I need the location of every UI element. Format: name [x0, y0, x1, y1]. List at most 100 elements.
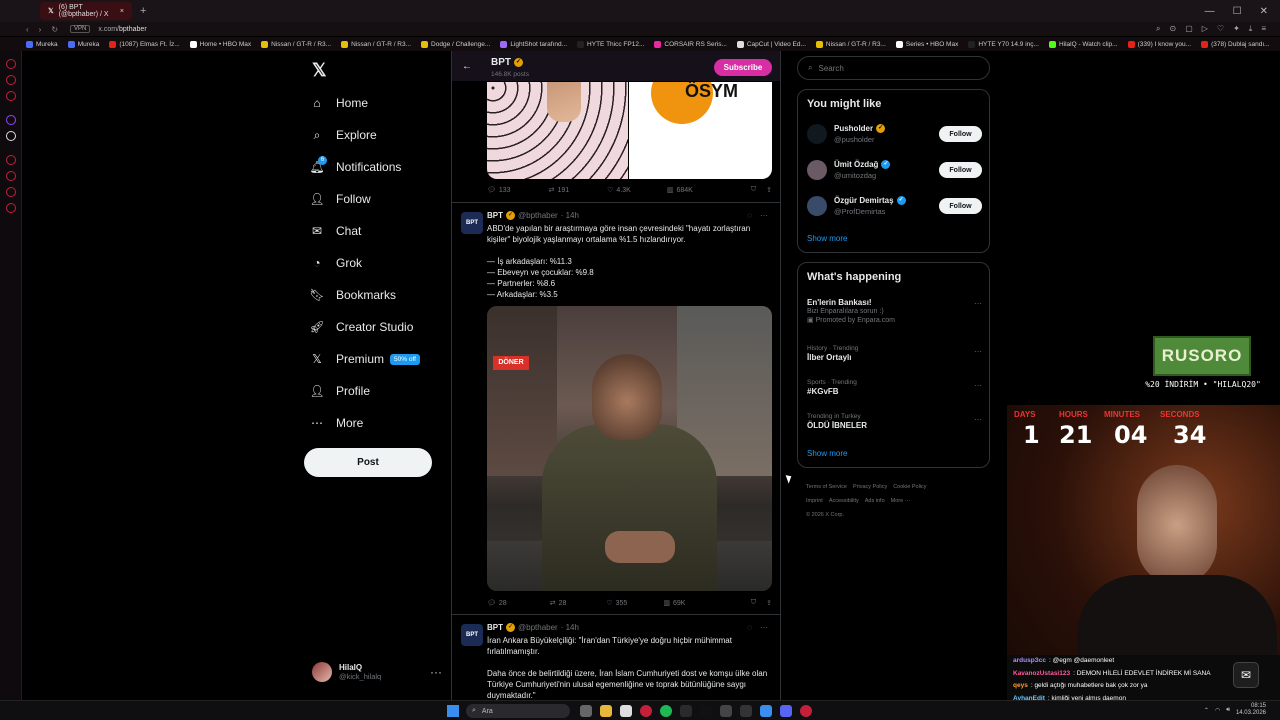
share-button[interactable]: ⇪ [766, 186, 772, 194]
repost-button[interactable]: ⇄ 191 [549, 186, 570, 195]
download-icon[interactable]: ⤓ [1249, 24, 1253, 34]
bookmark-button[interactable]: ⛉ [751, 186, 756, 194]
suggestion-item[interactable]: Özgür Demirtaş ✓ @ProfDemirtas Follow [807, 191, 982, 221]
trend-item[interactable]: History · Trending İlber Ortaylı ··· [807, 345, 982, 362]
bookmark-item[interactable]: (378) Dublaj sandı... [1201, 40, 1270, 48]
system-clock[interactable]: 08:15 14.03.2026 [1236, 703, 1266, 717]
discord-icon[interactable] [680, 705, 692, 717]
store-icon[interactable] [620, 705, 632, 717]
pin-icon[interactable]: ⊙ [1169, 24, 1176, 34]
close-tab-icon[interactable]: × [120, 8, 124, 15]
footer-link[interactable]: More ··· [891, 498, 911, 504]
more-dots-icon[interactable]: ··· [974, 347, 982, 356]
sidebar-settings-icon[interactable] [6, 203, 16, 213]
post-button[interactable]: Post [304, 448, 432, 477]
like-button[interactable]: ♡ 355 [606, 599, 627, 608]
subscribe-button[interactable]: Subscribe [714, 59, 772, 76]
bookmark-item[interactable]: CapCut | Video Ed... [736, 40, 806, 48]
bookmark-item[interactable]: LightShot tarafınd... [500, 40, 567, 48]
bookmark-item[interactable]: HilalQ - Watch clip... [1048, 40, 1118, 48]
tweet-handle[interactable]: @bpthaber [518, 211, 558, 220]
more-dots-icon[interactable]: ··· [760, 211, 768, 220]
footer-link[interactable]: Cookie Policy [893, 484, 926, 490]
bookmark-item[interactable]: Nissan / GT-R / R3... [815, 40, 886, 48]
more-dots-icon[interactable]: ··· [430, 665, 442, 679]
tweet-author[interactable]: BPT [487, 211, 503, 220]
sidebar-app-icon[interactable] [6, 91, 16, 101]
minimize-icon[interactable]: — [1205, 6, 1215, 17]
tweet-image[interactable]: ÖSYM [487, 82, 772, 179]
tweet-photo[interactable]: DÖNER [487, 306, 772, 591]
more-dots-icon[interactable]: ··· [974, 299, 982, 308]
app-icon[interactable] [740, 705, 752, 717]
wifi-icon[interactable]: ◠ [1215, 707, 1220, 714]
play-icon[interactable]: ▷ [1202, 24, 1208, 34]
tray-chevron-icon[interactable]: ⌃ [1204, 707, 1209, 714]
bookmark-item[interactable]: (1087) Elmas Ft. İz... [109, 40, 180, 48]
app-icon[interactable] [800, 705, 812, 717]
more-dots-icon[interactable]: ··· [974, 381, 982, 390]
app-icon[interactable] [780, 705, 792, 717]
nav-item-bookmarks[interactable]: 🔖︎ Bookmarks [309, 288, 396, 302]
sidebar-twitch-icon[interactable] [6, 115, 16, 125]
tweet-author[interactable]: BPT [487, 623, 503, 632]
footer-link[interactable]: Ads info [865, 498, 885, 504]
tiktok-icon[interactable] [700, 705, 712, 717]
sidebar-messenger-icon[interactable] [6, 75, 16, 85]
spotify-icon[interactable] [660, 705, 672, 717]
zoom-icon[interactable]: ⌕ [1156, 24, 1160, 34]
like-button[interactable]: ♡ 4.3K [607, 186, 631, 195]
grok-icon[interactable]: ◌ [747, 211, 752, 220]
bookmark-item[interactable]: Nissan / GT-R / R3... [341, 40, 411, 48]
suggestion-item[interactable]: Pusholder ✓ @pusholder Follow [807, 119, 982, 149]
tweet-avatar[interactable]: BPT [461, 624, 483, 646]
suggestion-item[interactable]: Ümit Özdağ ✓ @umitozdag Follow [807, 155, 982, 185]
grok-icon[interactable]: ◌ [747, 623, 752, 632]
sidebar-chat-icon[interactable] [6, 187, 16, 197]
file-explorer-icon[interactable] [600, 705, 612, 717]
footer-link[interactable]: Accessibility [829, 498, 859, 504]
bookmark-item[interactable]: (339) I know you... [1127, 40, 1191, 48]
nav-item-more[interactable]: ⋯ More [310, 416, 363, 430]
bookmark-item[interactable]: HYTE Thicc FP12... [577, 40, 644, 48]
chat-username[interactable]: KavanozUstasi123 [1013, 670, 1070, 677]
sidebar-clock-icon[interactable] [6, 171, 16, 181]
bookmark-item[interactable]: Home • HBO Max [189, 40, 251, 48]
nav-item-grok[interactable]: ◔ Grok [310, 256, 362, 270]
nav-item-home[interactable]: ⌂ Home [310, 96, 368, 110]
extensions-icon[interactable]: ✦ [1233, 24, 1240, 34]
footer-link[interactable]: Imprint [806, 498, 823, 504]
repost-button[interactable]: ⇄ 28 [550, 599, 567, 608]
volume-icon[interactable]: 🔊︎ [1226, 707, 1230, 714]
sidebar-x-icon[interactable] [6, 131, 16, 141]
steam-icon[interactable] [720, 705, 732, 717]
vpn-badge[interactable]: VPN [70, 25, 91, 33]
bookmark-item[interactable]: Series • HBO Max [895, 40, 958, 48]
close-window-icon[interactable]: ✕ [1260, 6, 1268, 17]
bookmark-button[interactable]: ⛉ [751, 599, 756, 607]
new-tab-button[interactable]: + [140, 5, 146, 17]
chat-username[interactable]: qeys [1013, 682, 1028, 689]
sidebar-music-icon[interactable] [6, 59, 16, 69]
reply-button[interactable]: 💬︎ 133 [487, 186, 511, 195]
nav-item-premium[interactable]: 𝕏 Premium 50% off [310, 352, 420, 366]
bookmark-item[interactable]: Nissan / GT-R / R3... [261, 40, 331, 48]
bookmark-item[interactable]: Mureka [26, 40, 58, 48]
nav-item-explore[interactable]: ⌕ Explore [310, 128, 377, 143]
more-dots-icon[interactable]: ··· [760, 623, 768, 632]
show-more-link[interactable]: Show more [807, 449, 847, 458]
forward-icon[interactable]: › [39, 25, 42, 34]
menu-icon[interactable]: ≡ [1261, 24, 1266, 34]
nav-item-chat[interactable]: ✉ Chat [310, 224, 361, 238]
trend-item[interactable]: Sports · Trending #KGvFB ··· [807, 379, 982, 396]
back-arrow-icon[interactable]: ← [462, 61, 472, 72]
url-field[interactable]: x.com/bpthaber [98, 26, 146, 33]
account-switcher[interactable]: HilalQ @kick_hilalq ··· [312, 660, 442, 684]
reload-icon[interactable]: ↻ [51, 25, 58, 34]
maximize-icon[interactable]: ☐ [1233, 6, 1242, 17]
tweet-handle[interactable]: @bpthaber [518, 623, 558, 632]
x-logo-icon[interactable]: 𝕏 [312, 60, 327, 81]
bookmark-item[interactable]: CORSAIR RS Seris... [654, 40, 727, 48]
bookmark-item[interactable]: Mureka [67, 40, 99, 48]
screenshot-icon[interactable]: ▢ [1185, 24, 1193, 34]
